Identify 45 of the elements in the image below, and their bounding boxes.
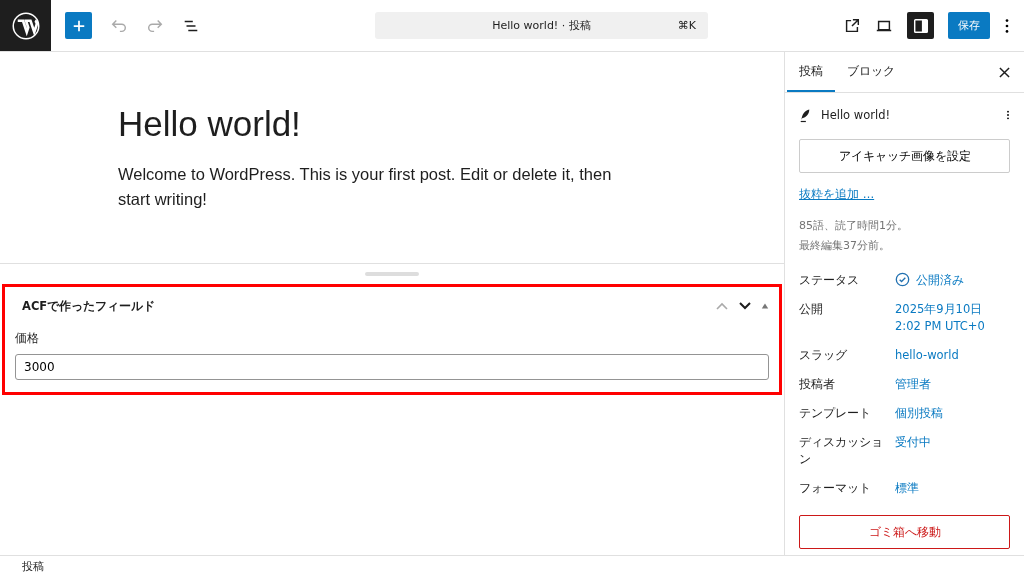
command-title: Hello world! · 投稿 — [492, 18, 591, 33]
post-body[interactable]: Welcome to WordPress. This is your first post. Edit or delete it, then start writing! — [118, 162, 648, 212]
metabox-title: ACFで作ったフィールド — [22, 298, 156, 314]
command-bar[interactable]: Hello world! · 投稿 ⌘K — [375, 12, 708, 39]
row-label: フォーマット — [799, 480, 872, 497]
more-options-icon[interactable] — [1004, 16, 1010, 35]
close-icon[interactable] — [999, 66, 1010, 78]
wordpress-logo[interactable] — [0, 0, 51, 51]
collapse-triangle-icon[interactable] — [761, 302, 769, 310]
post-name: Hello world! — [821, 108, 892, 122]
shortcut-hint: ⌘K — [677, 19, 696, 32]
save-button[interactable]: 保存 — [948, 12, 990, 39]
setting-link[interactable]: 管理者 — [895, 376, 931, 393]
row-label: 公開 — [799, 301, 824, 318]
field-label: 価格 — [15, 331, 40, 346]
post-stats: 85語、読了時間1分。 — [799, 218, 909, 233]
external-link-icon[interactable] — [843, 16, 861, 35]
add-block-button[interactable] — [65, 12, 92, 39]
row-label: 投稿者 — [799, 376, 836, 393]
price-input[interactable]: 3000 — [15, 354, 769, 380]
row-label: ステータス — [799, 272, 860, 289]
check-circle-icon — [895, 272, 910, 287]
row-label: ディスカッション — [799, 434, 883, 468]
post-stats: 最終編集37分前。 — [799, 238, 891, 253]
plus-icon — [71, 18, 86, 33]
sidebar-tab[interactable]: 投稿 — [787, 52, 835, 92]
setting-link[interactable]: 2025年9月10日 2:02 PM UTC+0 — [895, 301, 985, 335]
post-title[interactable]: Hello world! — [118, 104, 784, 144]
status-link[interactable]: 公開済み — [916, 272, 964, 289]
featured-image-button[interactable]: アイキャッチ画像を設定 — [799, 139, 1010, 173]
breadcrumb[interactable]: 投稿 — [22, 558, 44, 574]
sidebar-tab[interactable]: ブロック — [835, 52, 907, 92]
setting-link[interactable]: hello-world — [895, 347, 959, 364]
row-label: スラッグ — [799, 347, 848, 364]
feather-icon — [799, 107, 811, 123]
setting-link[interactable]: 標準 — [895, 480, 919, 497]
setting-link[interactable]: 個別投稿 — [895, 405, 943, 422]
more-options-icon[interactable] — [1006, 108, 1010, 122]
setting-link[interactable]: 受付中 — [895, 434, 931, 451]
sidebar-panel-icon — [911, 16, 930, 35]
trash-button[interactable]: ゴミ箱へ移動 — [799, 515, 1010, 549]
resize-handle[interactable] — [365, 272, 419, 276]
add-excerpt-link[interactable]: 抜粋を追加 … — [799, 187, 875, 202]
row-label: テンプレート — [799, 405, 872, 422]
settings-toggle-button[interactable] — [907, 12, 934, 39]
